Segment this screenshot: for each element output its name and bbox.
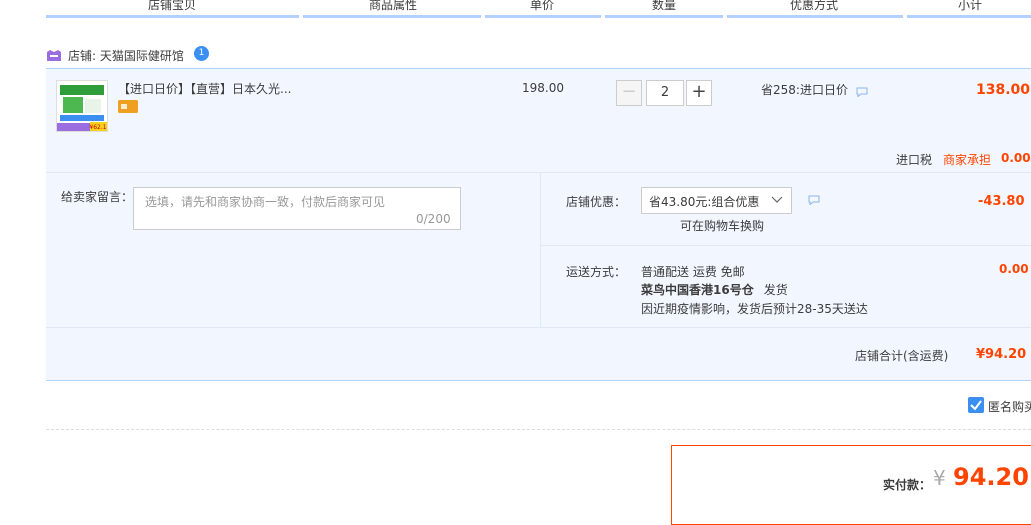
header-underline: [605, 15, 723, 18]
shipping-eta: 因近期疫情影响，发货后预计28-35天送达: [641, 302, 868, 316]
memo-char-count: 0/200: [416, 212, 451, 226]
shipping-warehouse: 菜鸟中国香港16号仓 发货: [641, 281, 788, 298]
shop-total-value: ¥94.20: [976, 347, 1027, 362]
import-tax-value: 0.00: [1001, 151, 1031, 165]
shop-discount-value: -43.80: [978, 194, 1025, 209]
header-underline: [303, 15, 481, 18]
chevron-down-icon: [771, 196, 783, 203]
divider: [46, 327, 1031, 328]
quantity-increase-button[interactable]: +: [686, 80, 712, 106]
divider: [540, 173, 541, 327]
checkmark-icon: [970, 400, 982, 411]
anonymous-purchase-checkbox[interactable]: [968, 397, 984, 413]
shop-discount-label: 店铺优惠：: [566, 195, 627, 209]
col-quantity: 数量: [652, 0, 677, 12]
product-thumbnail[interactable]: ¥62.1: [56, 80, 108, 132]
order-table-header: 店铺宝贝 商品属性 单价 数量 优惠方式 小计: [46, 0, 1031, 18]
amount-payable-value: 94.20: [953, 463, 1029, 491]
item-promotion: 省258:进口日价: [761, 81, 868, 98]
col-shop-items: 店铺宝贝: [148, 0, 197, 12]
discount-note: 可在购物车换购: [680, 219, 765, 233]
header-underline: [907, 15, 1031, 18]
col-unit-price: 单价: [530, 0, 555, 12]
thumb-price-badge: ¥62.1: [89, 124, 106, 131]
col-subtotal: 小计: [958, 0, 983, 12]
divider: [46, 380, 1031, 381]
item-subtotal: 138.00: [976, 82, 1031, 98]
import-tax-label: 进口税: [896, 153, 933, 167]
header-underline: [485, 15, 601, 18]
divider: [46, 429, 1031, 430]
col-attributes: 商品属性: [369, 0, 418, 12]
warehouse-name: 菜鸟中国香港16号仓: [641, 283, 754, 297]
currency-symbol: ¥: [933, 466, 946, 490]
chat-bubble-icon[interactable]: [856, 87, 868, 98]
memo-label: 给卖家留言：: [61, 190, 134, 204]
divider: [541, 245, 1031, 246]
header-underline: [727, 15, 903, 18]
card-icon: [118, 100, 138, 113]
quantity-decrease-button[interactable]: −: [616, 80, 642, 106]
unit-price: 198.00: [522, 81, 564, 95]
import-tax-note: 商家承担: [943, 153, 992, 167]
memo-placeholder: 选填，请先和商家协商一致，付款后商家可见: [145, 195, 386, 209]
col-discount: 优惠方式: [790, 0, 839, 12]
quantity-input[interactable]: 2: [646, 80, 684, 106]
shop-name[interactable]: 店铺: 天猫国际健研馆: [68, 47, 184, 64]
chat-bubble-icon[interactable]: [808, 195, 820, 205]
shop-total-label: 店铺合计(含运费): [855, 349, 949, 363]
shipping-label: 运送方式：: [566, 265, 627, 279]
shipping-method: 普通配送 运费 免邮: [641, 265, 745, 279]
quantity-stepper: − 2 +: [616, 80, 712, 106]
promotion-text: 省258:进口日价: [761, 83, 848, 97]
product-title[interactable]: 【进口日价】【直营】日本久光...: [118, 80, 291, 97]
shop-discount-selected: 省43.80元:组合优惠: [649, 195, 760, 209]
shipping-fee: 0.00: [999, 262, 1029, 276]
contact-seller-icon[interactable]: 1: [194, 46, 209, 61]
ship-word: 发货: [763, 283, 788, 297]
anonymous-purchase-label[interactable]: 匿名购买: [988, 398, 1031, 415]
shop-icon: [47, 50, 61, 61]
amount-payable-label: 实付款：: [883, 478, 932, 492]
header-underline: [46, 15, 299, 18]
